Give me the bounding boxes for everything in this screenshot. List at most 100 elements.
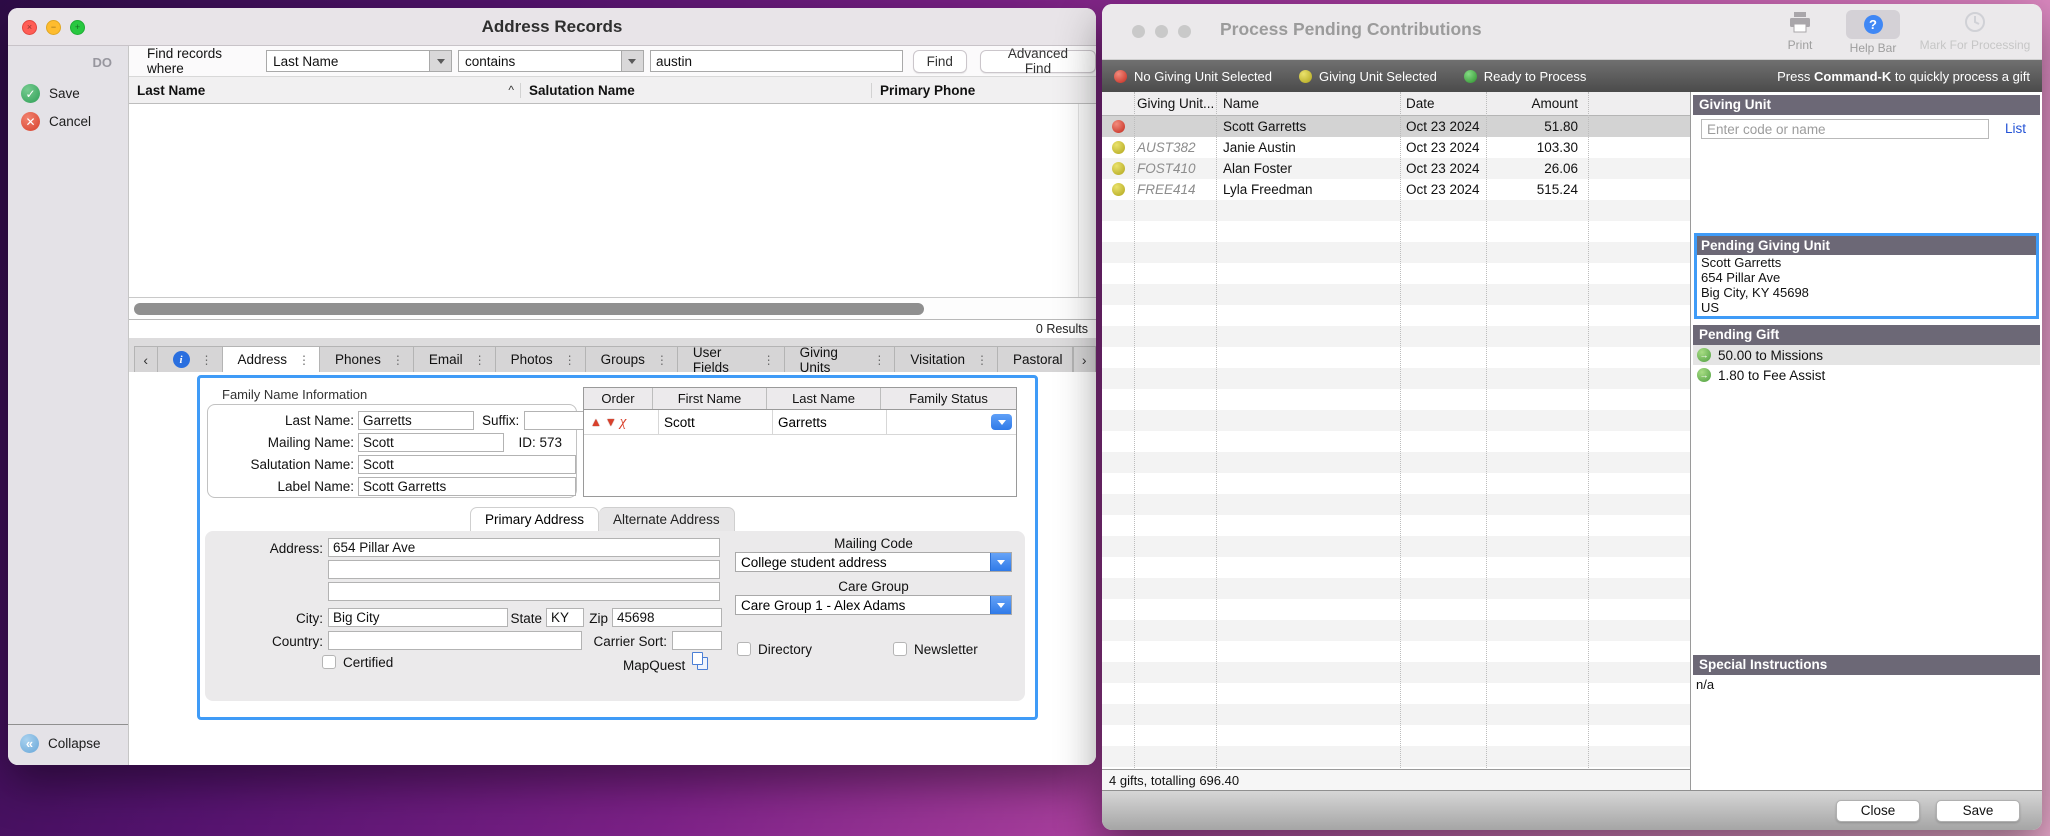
close-button[interactable]: Close (1836, 800, 1920, 822)
tab-groups[interactable]: Groups⋮ (586, 346, 678, 372)
advanced-find-button[interactable]: Advanced Find (980, 50, 1096, 73)
column-header-salutation-name[interactable]: Salutation Name (520, 83, 871, 98)
column-header-date[interactable]: Date (1400, 96, 1486, 111)
tab-menu-icon[interactable]: ⋮ (201, 353, 213, 367)
tab-email[interactable]: Email⋮ (414, 346, 496, 372)
last-name-field[interactable] (358, 411, 474, 430)
tab-phones[interactable]: Phones⋮ (320, 346, 414, 372)
column-header-name[interactable]: Name (1216, 96, 1400, 111)
directory-checkbox[interactable] (737, 642, 751, 656)
legend-giving-unit-selected: Giving Unit Selected (1299, 69, 1437, 84)
list-link[interactable]: List (2005, 121, 2026, 136)
country-field[interactable] (328, 631, 582, 650)
move-up-icon[interactable]: ▲ (590, 416, 602, 428)
gifts-total-status: 4 gifts, totalling 696.40 (1109, 773, 1239, 788)
collapse-sidebar-button[interactable]: « Collapse (8, 725, 128, 765)
certified-checkbox[interactable] (322, 655, 336, 669)
family-status-dropdown-button[interactable] (991, 414, 1012, 430)
address-line1-field[interactable] (328, 538, 720, 557)
horizontal-scrollbar-thumb[interactable] (134, 303, 924, 315)
save-record-button[interactable]: ✓ Save (8, 80, 128, 108)
tab-alternate-address[interactable]: Alternate Address (599, 507, 735, 531)
vertical-scrollbar[interactable] (1078, 104, 1096, 297)
print-button[interactable]: Print (1768, 12, 1832, 52)
delete-member-icon[interactable]: χ (620, 415, 627, 430)
tab-info[interactable]: i ⋮ (158, 346, 223, 372)
help-bar-button[interactable]: ? Help Bar (1840, 10, 1906, 55)
care-group-dropdown[interactable]: Care Group 1 - Alex Adams (735, 595, 1012, 615)
move-down-icon[interactable]: ▼ (605, 416, 617, 428)
tab-address[interactable]: Address⋮ (223, 346, 321, 372)
members-table-header: Order First Name Last Name Family Status (584, 388, 1016, 410)
tab-menu-icon[interactable]: ⋮ (392, 353, 404, 367)
carrier-sort-field[interactable] (672, 631, 722, 650)
tabs-scroll-right-button[interactable]: › (1073, 346, 1097, 372)
zip-label: Zip (578, 611, 608, 626)
tab-menu-icon[interactable]: ⋮ (976, 353, 988, 367)
chevrons-left-icon: « (20, 734, 39, 753)
newsletter-checkbox[interactable] (893, 642, 907, 656)
column-header-last-name[interactable]: Last Name ^ (129, 83, 520, 98)
tab-giving-units[interactable]: Giving Units⋮ (785, 346, 896, 372)
red-status-icon (1114, 70, 1127, 83)
address-line2-field[interactable] (328, 560, 720, 579)
contribution-row[interactable]: FOST410 Alan Foster Oct 23 2024 26.06 (1102, 158, 1690, 179)
address-form-area: Family Name Information Last Name: Suffi… (129, 372, 1096, 765)
column-header-amount[interactable]: Amount (1486, 96, 1588, 111)
find-search-input[interactable] (650, 50, 903, 72)
pending-gift-item[interactable]: → 50.00 to Missions (1693, 345, 2040, 365)
legend-ready-to-process: Ready to Process (1464, 69, 1587, 84)
contribution-row[interactable]: Scott Garretts Oct 23 2024 51.80 (1102, 116, 1690, 137)
salutation-name-field[interactable] (358, 455, 576, 474)
results-count: 0 Results (1036, 322, 1088, 336)
giving-unit-search-input[interactable] (1701, 119, 1989, 139)
tab-photos[interactable]: Photos⋮ (496, 346, 586, 372)
tab-menu-icon[interactable]: ⋮ (873, 353, 885, 367)
zip-field[interactable] (612, 608, 722, 627)
column-header-primary-phone[interactable]: Primary Phone (871, 83, 1096, 98)
column-header-giving-unit[interactable]: Giving Unit... (1134, 96, 1216, 111)
sort-ascending-icon[interactable]: ^ (508, 83, 514, 97)
find-field-dropdown[interactable]: Last Name (266, 50, 452, 72)
tab-menu-icon[interactable]: ⋮ (474, 353, 486, 367)
contribution-row[interactable]: AUST382 Janie Austin Oct 23 2024 103.30 (1102, 137, 1690, 158)
titlebar[interactable]: × − + Address Records (8, 8, 1096, 46)
minimize-window-button[interactable] (1155, 25, 1168, 38)
tab-menu-icon[interactable]: ⋮ (564, 353, 576, 367)
zoom-window-button[interactable] (1178, 25, 1191, 38)
tab-primary-address[interactable]: Primary Address (470, 507, 599, 531)
pending-unit-name: Scott Garretts (1697, 255, 2036, 270)
mapquest-copy-icon[interactable] (691, 652, 711, 672)
city-field[interactable] (328, 608, 508, 627)
tab-menu-icon[interactable]: ⋮ (298, 353, 310, 367)
mark-for-processing-button[interactable]: Mark For Processing (1914, 11, 2036, 52)
tab-menu-icon[interactable]: ⋮ (656, 353, 668, 367)
save-button[interactable]: Save (1936, 800, 2020, 822)
tab-user-fields[interactable]: User Fields⋮ (678, 346, 785, 372)
titlebar[interactable]: Process Pending Contributions Print ? He… (1102, 4, 2042, 60)
cancel-record-button[interactable]: ✕ Cancel (8, 108, 128, 136)
mailing-code-dropdown[interactable]: College student address (735, 552, 1012, 572)
yellow-status-icon (1112, 141, 1125, 154)
find-button[interactable]: Find (913, 50, 967, 73)
close-window-button[interactable] (1132, 25, 1145, 38)
pending-giving-unit-header: Pending Giving Unit (1697, 236, 2036, 255)
contribution-row[interactable]: FREE414 Lyla Freedman Oct 23 2024 515.24 (1102, 179, 1690, 200)
label-name-field[interactable] (358, 477, 576, 496)
member-last-name[interactable]: Garretts (772, 410, 886, 434)
member-family-status-cell[interactable] (886, 410, 1016, 434)
pending-gift-header: Pending Gift (1693, 325, 2040, 345)
find-operator-dropdown[interactable]: contains (458, 50, 644, 72)
tab-visitation[interactable]: Visitation⋮ (895, 346, 998, 372)
member-first-name[interactable]: Scott (658, 410, 772, 434)
pending-unit-address1: 654 Pillar Ave (1697, 270, 2036, 285)
address-line3-field[interactable] (328, 582, 720, 601)
certified-label: Certified (343, 655, 393, 670)
tabs-scroll-left-button[interactable]: ‹ (134, 346, 158, 372)
tab-pastoral[interactable]: Pastoral (998, 346, 1073, 372)
pending-gift-item[interactable]: → 1.80 to Fee Assist (1693, 365, 2040, 385)
suffix-field[interactable] (524, 411, 584, 430)
horizontal-scrollbar[interactable] (129, 297, 1096, 319)
tab-menu-icon[interactable]: ⋮ (763, 353, 775, 367)
mailing-name-field[interactable] (358, 433, 504, 452)
